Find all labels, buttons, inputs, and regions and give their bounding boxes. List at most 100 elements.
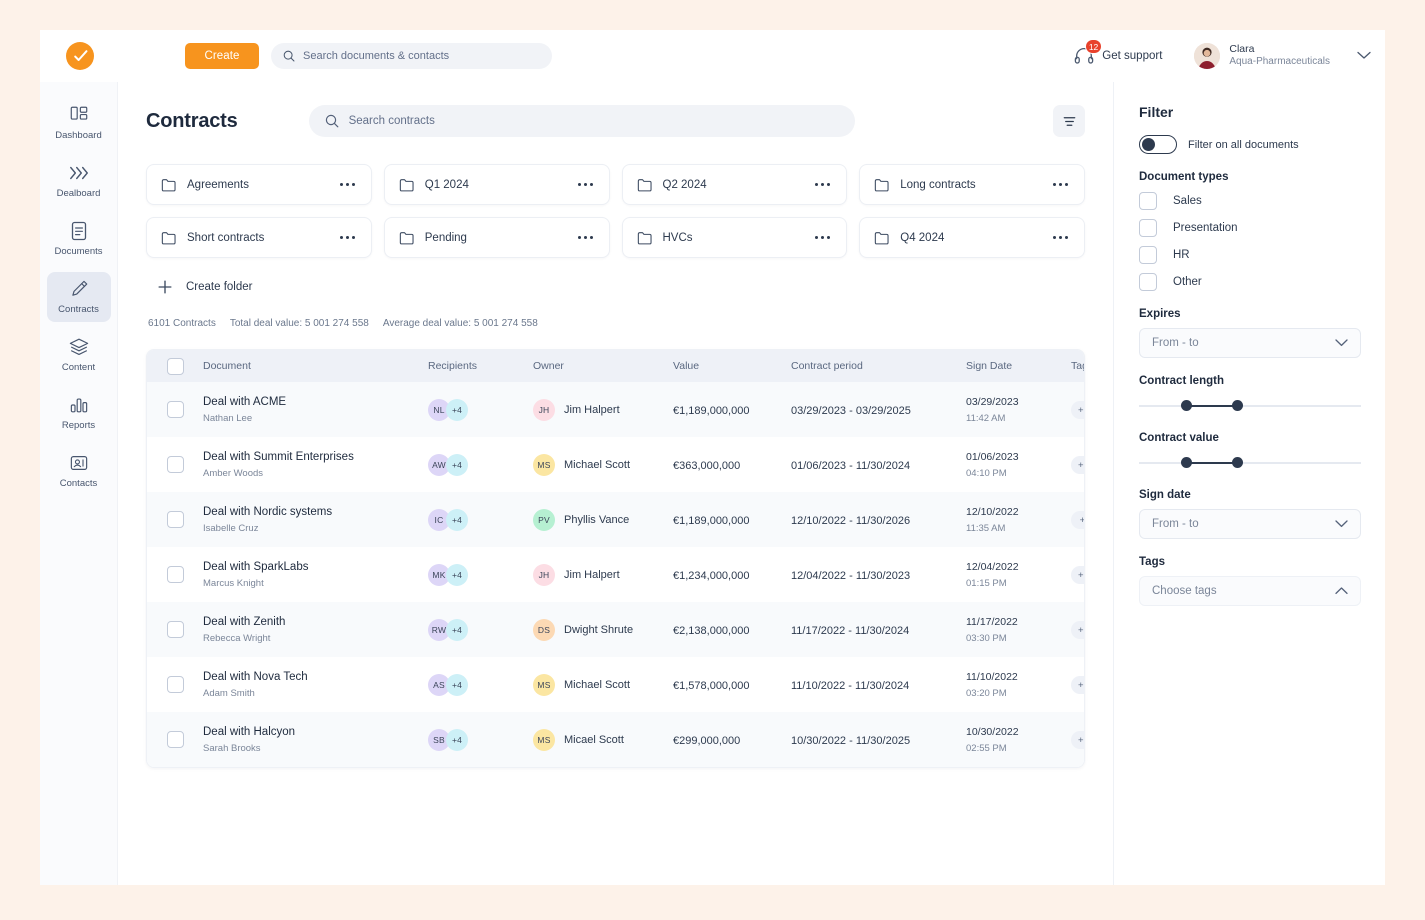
tags-badge[interactable]: +10: [1071, 731, 1085, 749]
filter-all-documents-toggle[interactable]: [1139, 135, 1177, 154]
table-row[interactable]: Deal with SparkLabs Marcus Knight MK +4: [147, 547, 1085, 602]
sidebar-item-dashboard[interactable]: Dashboard: [47, 98, 111, 148]
recipient-overflow-avatar[interactable]: +4: [446, 399, 468, 421]
folder-card[interactable]: Short contracts: [146, 217, 372, 258]
document-type-hr[interactable]: HR: [1139, 246, 1361, 264]
document-cell: Deal with Zenith Rebecca Wright: [203, 602, 428, 657]
sidebar-item-contacts[interactable]: Contacts: [47, 446, 111, 496]
app-logo[interactable]: [66, 42, 94, 70]
row-checkbox[interactable]: [167, 566, 184, 583]
owner-name: Micael Scott: [564, 734, 624, 746]
document-type-other[interactable]: Other: [1139, 273, 1361, 291]
column-header-tags[interactable]: Tags: [1071, 350, 1085, 382]
tags-badge[interactable]: +12: [1071, 456, 1085, 474]
document-cell: Deal with SparkLabs Marcus Knight: [203, 547, 428, 602]
recipient-overflow-avatar[interactable]: +4: [446, 564, 468, 586]
column-header-owner[interactable]: Owner: [533, 350, 673, 382]
document-cell: Deal with Summit Enterprises Amber Woods: [203, 437, 428, 492]
filter-toggle-button[interactable]: [1053, 105, 1085, 137]
slider-knob-max[interactable]: [1232, 400, 1243, 411]
sidebar-item-dealboard[interactable]: Dealboard: [47, 156, 111, 206]
tags-badge[interactable]: +10: [1071, 401, 1085, 419]
checkbox[interactable]: [1139, 192, 1157, 210]
row-checkbox[interactable]: [167, 456, 184, 473]
folder-card[interactable]: Pending: [384, 217, 610, 258]
folder-card[interactable]: HVCs: [622, 217, 848, 258]
expires-date-select[interactable]: From - to: [1139, 328, 1361, 358]
tags-badge[interactable]: +10: [1071, 621, 1085, 639]
tags-badge[interactable]: +11: [1071, 676, 1085, 694]
select-all-checkbox[interactable]: [167, 358, 184, 375]
contract-value: €2,138,000,000: [673, 625, 749, 637]
table-row[interactable]: Deal with Halcyon Sarah Brooks SB +4: [147, 712, 1085, 767]
document-type-presentation[interactable]: Presentation: [1139, 219, 1361, 237]
row-checkbox[interactable]: [167, 731, 184, 748]
folder-menu-button[interactable]: [576, 232, 595, 243]
row-checkbox[interactable]: [167, 676, 184, 693]
owner-name: Michael Scott: [564, 679, 630, 691]
folder-menu-button[interactable]: [338, 232, 357, 243]
folder-menu-button[interactable]: [813, 232, 832, 243]
create-folder-button[interactable]: Create folder: [146, 272, 266, 302]
tags-badge[interactable]: +8: [1071, 511, 1085, 529]
contracts-search-input[interactable]: Search contracts: [309, 105, 855, 137]
user-menu-chevron[interactable]: [1357, 47, 1371, 65]
column-header-sign-date[interactable]: Sign Date: [966, 350, 1071, 382]
recipient-overflow-avatar[interactable]: +4: [446, 674, 468, 696]
column-header-contract-period[interactable]: Contract period: [791, 350, 966, 382]
row-select-cell: [147, 657, 203, 712]
document-subtitle: Adam Smith: [203, 688, 428, 699]
folder-card[interactable]: Q4 2024: [859, 217, 1085, 258]
recipient-overflow-avatar[interactable]: +4: [446, 454, 468, 476]
contract-length-slider[interactable]: [1139, 397, 1361, 415]
column-header-value[interactable]: Value: [673, 350, 791, 382]
recipient-overflow-avatar[interactable]: +4: [446, 729, 468, 751]
get-support-button[interactable]: 12 Get support: [1073, 45, 1162, 67]
filter-all-documents-row[interactable]: Filter on all documents: [1139, 135, 1361, 154]
checkbox[interactable]: [1139, 246, 1157, 264]
folder-menu-button[interactable]: [576, 179, 595, 190]
folder-card[interactable]: Q1 2024: [384, 164, 610, 205]
folder-card[interactable]: Q2 2024: [622, 164, 848, 205]
table-row[interactable]: Deal with Nordic systems Isabelle Cruz I…: [147, 492, 1085, 547]
document-type-sales[interactable]: Sales: [1139, 192, 1361, 210]
sidebar-item-reports[interactable]: Reports: [47, 388, 111, 438]
folder-card[interactable]: Long contracts: [859, 164, 1085, 205]
pen-icon: [69, 279, 89, 299]
contract-value-slider[interactable]: [1139, 454, 1361, 472]
tags-select[interactable]: Choose tags: [1139, 576, 1361, 606]
user-menu[interactable]: Clara Aqua-Pharmaceuticals: [1194, 43, 1371, 69]
checkbox[interactable]: [1139, 219, 1157, 237]
column-header-document[interactable]: Document: [203, 350, 428, 382]
sign-date-select[interactable]: From - to: [1139, 509, 1361, 539]
folder-card[interactable]: Agreements: [146, 164, 372, 205]
folder-menu-button[interactable]: [1051, 232, 1070, 243]
slider-knob-min[interactable]: [1181, 457, 1192, 468]
row-checkbox[interactable]: [167, 401, 184, 418]
global-search-input[interactable]: Search documents & contacts: [271, 43, 552, 69]
table-row[interactable]: Deal with ACME Nathan Lee NL +4: [147, 382, 1085, 437]
row-checkbox[interactable]: [167, 621, 184, 638]
create-button[interactable]: Create: [185, 43, 259, 69]
value-cell: €1,234,000,000: [673, 547, 791, 602]
sidebar-item-documents[interactable]: Documents: [47, 214, 111, 264]
column-header-recipients[interactable]: Recipients: [428, 350, 533, 382]
slider-knob-min[interactable]: [1181, 400, 1192, 411]
layers-icon: [68, 337, 90, 357]
folder-menu-button[interactable]: [813, 179, 832, 190]
folder-name: Q1 2024: [425, 179, 565, 191]
checkbox[interactable]: [1139, 273, 1157, 291]
folder-menu-button[interactable]: [1051, 179, 1070, 190]
tags-badge[interactable]: +13: [1071, 566, 1085, 584]
recipient-overflow-avatar[interactable]: +4: [446, 509, 468, 531]
table-row[interactable]: Deal with Nova Tech Adam Smith AS +4: [147, 657, 1085, 712]
sign-date-cell: 11/17/2022 03:30 PM: [966, 602, 1071, 657]
folder-menu-button[interactable]: [338, 179, 357, 190]
table-row[interactable]: Deal with Zenith Rebecca Wright RW +4: [147, 602, 1085, 657]
recipient-overflow-avatar[interactable]: +4: [446, 619, 468, 641]
table-row[interactable]: Deal with Summit Enterprises Amber Woods…: [147, 437, 1085, 492]
sidebar-item-contracts[interactable]: Contracts: [47, 272, 111, 322]
sidebar-item-content[interactable]: Content: [47, 330, 111, 380]
slider-knob-max[interactable]: [1232, 457, 1243, 468]
row-checkbox[interactable]: [167, 511, 184, 528]
